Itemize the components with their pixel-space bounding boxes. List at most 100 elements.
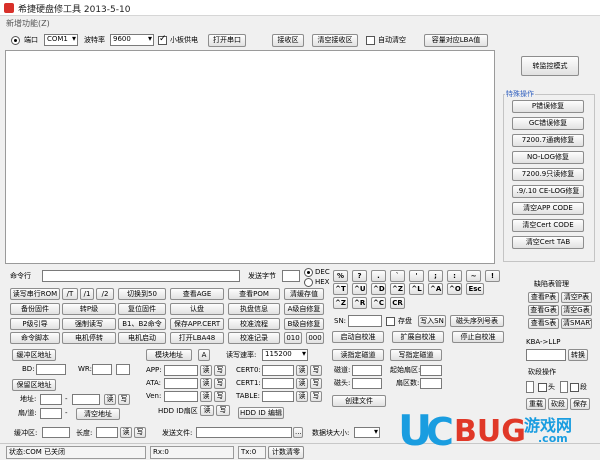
special-op-button-1[interactable]: GC错误修复 [512,117,584,130]
special-op-button-3[interactable]: NO-LOG修复 [512,151,584,164]
cmd-button-2-5[interactable]: B级自修复 [284,318,324,330]
module-input-cert1[interactable] [262,378,294,389]
hdd-id-read-button[interactable]: 读 [200,405,214,416]
start-calib-button[interactable]: 启动自校准 [332,331,384,343]
kba-input[interactable] [526,349,566,361]
track-input[interactable] [352,365,382,376]
clear-address-button[interactable]: 清空地址 [76,408,120,420]
port-radio[interactable] [11,36,20,45]
key-0-5[interactable]: ; [428,270,443,282]
key-1-5[interactable]: ^A [428,283,443,295]
port-select[interactable]: COM1 [44,34,78,46]
sector-count-input[interactable] [420,378,442,389]
special-op-button-4[interactable]: 7200.9只读修复 [512,168,584,181]
buffer-address-button[interactable]: 缓冲区地址 [12,349,56,361]
key-0-0[interactable]: % [333,270,348,282]
extend-calib-button[interactable]: 扩展自校准 [392,331,444,343]
module-write-app[interactable]: 写 [214,365,226,376]
key-1-4[interactable]: ^L [409,283,424,295]
length-read-button[interactable]: 读 [120,427,132,438]
rw-speed-select[interactable]: 115200 [262,349,308,361]
cmd-button-1-3[interactable]: 认盘 [170,303,224,315]
defect-button-5[interactable]: 清SMART [561,318,592,329]
module-write-ata[interactable]: 写 [214,378,226,389]
capacity-lba-button[interactable]: 容量对应LBA值 [424,34,488,47]
address-input-2[interactable] [72,394,100,405]
cmd-button-1-4[interactable]: 执盘信息 [228,303,280,315]
special-op-button-7[interactable]: 清空Cert CODE [512,219,584,232]
cmd-button-3-4[interactable]: 校准记录 [228,332,280,344]
hdd-id-write-button[interactable]: 写 [216,405,230,416]
special-op-button-5[interactable]: .9/.10 CE-LOG修复 [512,185,584,198]
module-write-table[interactable]: 写 [310,391,322,402]
address-write-button[interactable]: 写 [118,394,130,405]
module-read-ata[interactable]: 读 [200,378,212,389]
a-button[interactable]: A [198,349,210,361]
cmd-button-2-2[interactable]: B1、B2命令 [118,318,166,330]
baud-select[interactable]: 9600 [110,34,154,46]
segment-input[interactable] [560,381,568,393]
head-input[interactable] [526,381,534,393]
module-input-cert0[interactable] [262,365,294,376]
module-read-ven[interactable]: 读 [200,391,212,402]
segment-checkbox[interactable] [570,383,579,392]
key-2-1[interactable]: ^R [352,297,367,309]
cmd-button-0-0[interactable]: 读写串行ROM [10,288,60,300]
hdd-id-edit-button[interactable]: HDD ID 编辑 [238,407,284,419]
cmd-button-3-5[interactable]: 010 [284,332,302,344]
receive-textarea[interactable] [5,50,495,264]
cmd-button-3-0[interactable]: 命令脚本 [10,332,60,344]
key-1-6[interactable]: ^O [447,283,462,295]
defect-button-0[interactable]: 查看P表 [528,292,559,303]
cmd-button-1-1[interactable]: 转P级 [62,303,116,315]
key-0-1[interactable]: ? [352,270,367,282]
module-read-cert1[interactable]: 读 [296,378,308,389]
small-board-checkbox[interactable] [158,34,167,45]
cmd-button-3-2[interactable]: 电机启动 [118,332,166,344]
command-input[interactable] [42,270,240,282]
send-file-input[interactable] [196,427,292,438]
key-0-8[interactable]: ! [485,270,500,282]
sn-input[interactable] [348,315,382,327]
key-2-2[interactable]: ^C [371,297,386,309]
cmd-button-0-5[interactable]: 查看AGE [170,288,224,300]
module-input-ven[interactable] [164,391,198,402]
key-0-6[interactable]: : [447,270,462,282]
key-1-2[interactable]: ^D [371,283,386,295]
auto-clear-checkbox[interactable] [366,36,375,45]
module-write-cert0[interactable]: 写 [310,365,322,376]
address-input-1[interactable] [40,394,62,405]
module-input-ata[interactable] [164,378,198,389]
send-char-input[interactable] [282,270,300,282]
dec-radio[interactable] [304,268,313,277]
browse-button[interactable]: ... [293,427,303,438]
hex-radio[interactable] [304,278,313,287]
special-op-button-0[interactable]: P错误修复 [512,100,584,113]
key-1-7[interactable]: Esc [466,283,484,295]
key-2-0[interactable]: ^Z [333,297,348,309]
monitor-mode-button[interactable]: 转监控模式 [521,56,579,76]
key-1-3[interactable]: ^Z [390,283,405,295]
convert-button[interactable]: 转换 [568,349,588,361]
key-0-2[interactable]: . [371,270,386,282]
key-0-4[interactable]: ' [409,270,424,282]
defect-button-2[interactable]: 查看G表 [528,305,559,316]
open-port-button[interactable]: 打开串口 [208,34,246,47]
special-op-button-6[interactable]: 清空APP CODE [512,202,584,215]
create-file-button[interactable]: 创建文件 [332,395,386,407]
receive-area-button[interactable]: 接收区 [272,34,304,47]
key-0-7[interactable]: ~ [466,270,481,282]
cmd-button-0-7[interactable]: 清缓存值 [284,288,324,300]
clear-receive-button[interactable]: 清空接收区 [312,34,358,47]
module-write-cert1[interactable]: 写 [310,378,322,389]
cmd-button-0-4[interactable]: 切换到50 [118,288,166,300]
cmd-button-3-1[interactable]: 电机停转 [62,332,116,344]
special-op-button-8[interactable]: 清空Cert TAB [512,236,584,249]
cmd-button-3-3[interactable]: 打开LBA48 [170,332,224,344]
cmd-button-2-4[interactable]: 校准流程 [228,318,280,330]
module-read-cert0[interactable]: 读 [296,365,308,376]
defect-button-3[interactable]: 清空G表 [561,305,592,316]
cmd-button-2-1[interactable]: 强制读写 [62,318,116,330]
cmd-button-0-2[interactable]: /1 [80,288,94,300]
cmd-button-0-1[interactable]: /T [62,288,78,300]
